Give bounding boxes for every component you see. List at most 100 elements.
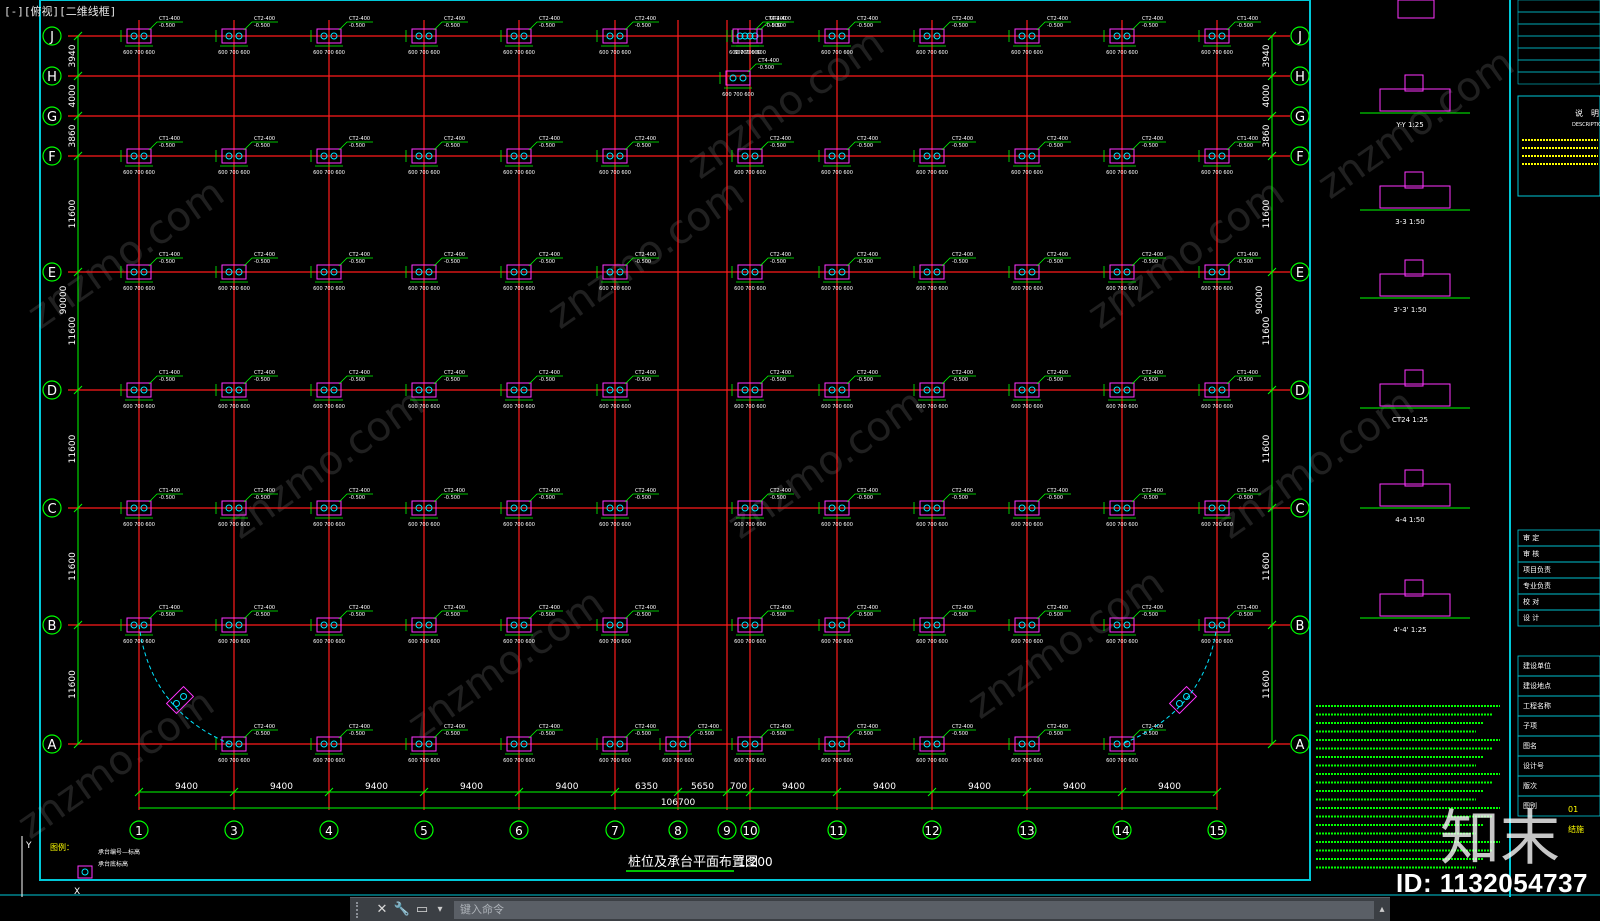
dim-text-vertical: 11600	[68, 434, 78, 463]
dim-text-vertical: 4000	[68, 84, 78, 107]
cap-dim-text: 600 700 600	[729, 50, 761, 56]
cap-dim-text: 600 700 600	[1011, 404, 1043, 410]
dim-text-vertical: 11600	[68, 316, 78, 345]
cap-dim-text: 600 700 600	[218, 404, 250, 410]
cap-dim-text: 600 700 600	[313, 286, 345, 292]
cap-elev: -0.500	[349, 259, 365, 265]
cap-elev: -0.500	[444, 23, 460, 29]
close-icon[interactable]: ✕	[372, 901, 392, 919]
cap-dim-text: 600 700 600	[916, 170, 948, 176]
cap-tag: CT2-400	[770, 605, 791, 611]
cap-elev: -0.500	[1237, 612, 1253, 618]
cap-elev: -0.500	[254, 612, 270, 618]
cap-elev: -0.500	[952, 495, 968, 501]
cap-tag: CT1-400	[1237, 16, 1258, 22]
chevron-down-icon[interactable]: ▾	[432, 904, 448, 915]
cap-tag: CT2-400	[444, 724, 465, 730]
cap-tag: CT2-400	[254, 252, 275, 258]
cap-tag: CT2-400	[635, 16, 656, 22]
title-block-project-label: 设计号	[1523, 761, 1544, 770]
cap-tag: CT2-400	[952, 252, 973, 258]
cap-tag: CT2-400	[539, 724, 560, 730]
cap-elev: -0.500	[857, 259, 873, 265]
grid-label-col-3: 3	[230, 824, 238, 838]
grid-label-col-13: 13	[1019, 824, 1034, 838]
cap-dim-text: 600 700 600	[313, 170, 345, 176]
cap-elev: -0.500	[635, 612, 651, 618]
cap-dim-text: 600 700 600	[1201, 170, 1233, 176]
cap-elev: -0.500	[770, 495, 786, 501]
cap-elev: -0.500	[254, 23, 270, 29]
cad-drawing[interactable]: znzmo.com znzmo.com znzmo.comznzmo.com znzm…	[0, 0, 1600, 897]
dim-text-horizontal: 700	[730, 782, 747, 792]
command-prompt-icon[interactable]: ▭	[412, 901, 432, 919]
cap-elev: -0.500	[1142, 612, 1158, 618]
grid-label-right-E: E	[1296, 266, 1304, 281]
cap-dim-text: 600 700 600	[722, 92, 754, 98]
grid-label-col-14: 14	[1114, 824, 1129, 838]
grid-label-left-D: D	[47, 384, 57, 399]
model-space-viewport[interactable]: [-][俯视][二维线框] znzmo.com znzmo.com znzmo.co…	[0, 0, 1600, 897]
wrench-icon[interactable]: 🔧	[392, 901, 412, 919]
dim-text-vertical: 11600	[1262, 199, 1272, 228]
cap-tag: CT2-400	[952, 605, 973, 611]
cap-dim-text: 600 700 600	[821, 50, 853, 56]
cap-dim-text: 600 700 600	[1201, 50, 1233, 56]
cap-tag: CT2-400	[349, 16, 370, 22]
grid-label-col-12: 12	[924, 824, 939, 838]
dim-text-horizontal: 9400	[1158, 782, 1181, 792]
cap-dim-text: 600 700 600	[408, 639, 440, 645]
detail-label: 3'-3' 1:50	[1393, 306, 1426, 314]
grid-label-left-H: H	[47, 70, 57, 85]
dim-text-vertical: 11600	[68, 199, 78, 228]
grid-label-left-F: F	[48, 150, 55, 165]
cap-dim-text: 600 700 600	[734, 404, 766, 410]
cap-tag: CT1-400	[1237, 252, 1258, 258]
grid-label-col-1: 1	[135, 824, 143, 838]
cap-dim-text: 600 700 600	[1106, 404, 1138, 410]
detail-label: 4'-4' 1:25	[1393, 626, 1426, 634]
watermark-site-text: znzmo.com	[9, 680, 222, 849]
cap-dim-text: 600 700 600	[821, 170, 853, 176]
cap-elev: -0.500	[1047, 612, 1063, 618]
cap-dim-text: 600 700 600	[218, 50, 250, 56]
cap-dim-text: 600 700 600	[916, 639, 948, 645]
cap-tag: CT2-400	[857, 16, 878, 22]
cap-tag: CT2-400	[635, 724, 656, 730]
cap-dim-text: 600 700 600	[503, 639, 535, 645]
cap-dim-text: 600 700 600	[916, 50, 948, 56]
command-bar-grip[interactable]	[356, 901, 368, 918]
grid-label-left-E: E	[48, 266, 56, 281]
cap-elev: -0.500	[952, 377, 968, 383]
title-block-top-row	[1517, 0, 1600, 13]
cap-tag: CT2-400	[349, 724, 370, 730]
title-block-version: 01	[1568, 805, 1578, 814]
cap-dim-text: 600 700 600	[916, 404, 948, 410]
dim-text-vertical: 3940	[68, 44, 78, 67]
cap-dim-text: 600 700 600	[1201, 522, 1233, 528]
cap-dim-text: 600 700 600	[1106, 286, 1138, 292]
cap-tag: CT2-400	[254, 370, 275, 376]
cap-dim-text: 600 700 600	[313, 639, 345, 645]
viewport-controls-label[interactable]: [-][俯视][二维线框]	[4, 3, 116, 19]
detail-outline	[1379, 185, 1451, 209]
cap-dim-text: 600 700 600	[123, 170, 155, 176]
cap-tag: CT2-400	[539, 605, 560, 611]
cap-dim-text: 600 700 600	[916, 286, 948, 292]
cap-dim-text: 600 700 600	[313, 758, 345, 764]
grid-label-col-6: 6	[515, 824, 523, 838]
cap-tag: CT2-400	[770, 488, 791, 494]
cap-dim-text: 600 700 600	[821, 639, 853, 645]
cap-elev: -0.500	[159, 612, 175, 618]
chevron-up-icon[interactable]: ▴	[1374, 904, 1390, 915]
dim-text-vertical: 4000	[1262, 84, 1272, 107]
dim-text-horizontal: 9400	[968, 782, 991, 792]
cap-dim-text: 600 700 600	[821, 522, 853, 528]
cap-dim-text: 600 700 600	[1201, 286, 1233, 292]
command-input[interactable]	[454, 900, 1374, 919]
cap-elev: -0.500	[635, 731, 651, 737]
cap-dim-text: 600 700 600	[821, 758, 853, 764]
cap-tag: CT4-400	[758, 58, 779, 64]
cap-dim-text: 600 700 600	[408, 758, 440, 764]
cap-dim-text: 600 700 600	[1106, 50, 1138, 56]
